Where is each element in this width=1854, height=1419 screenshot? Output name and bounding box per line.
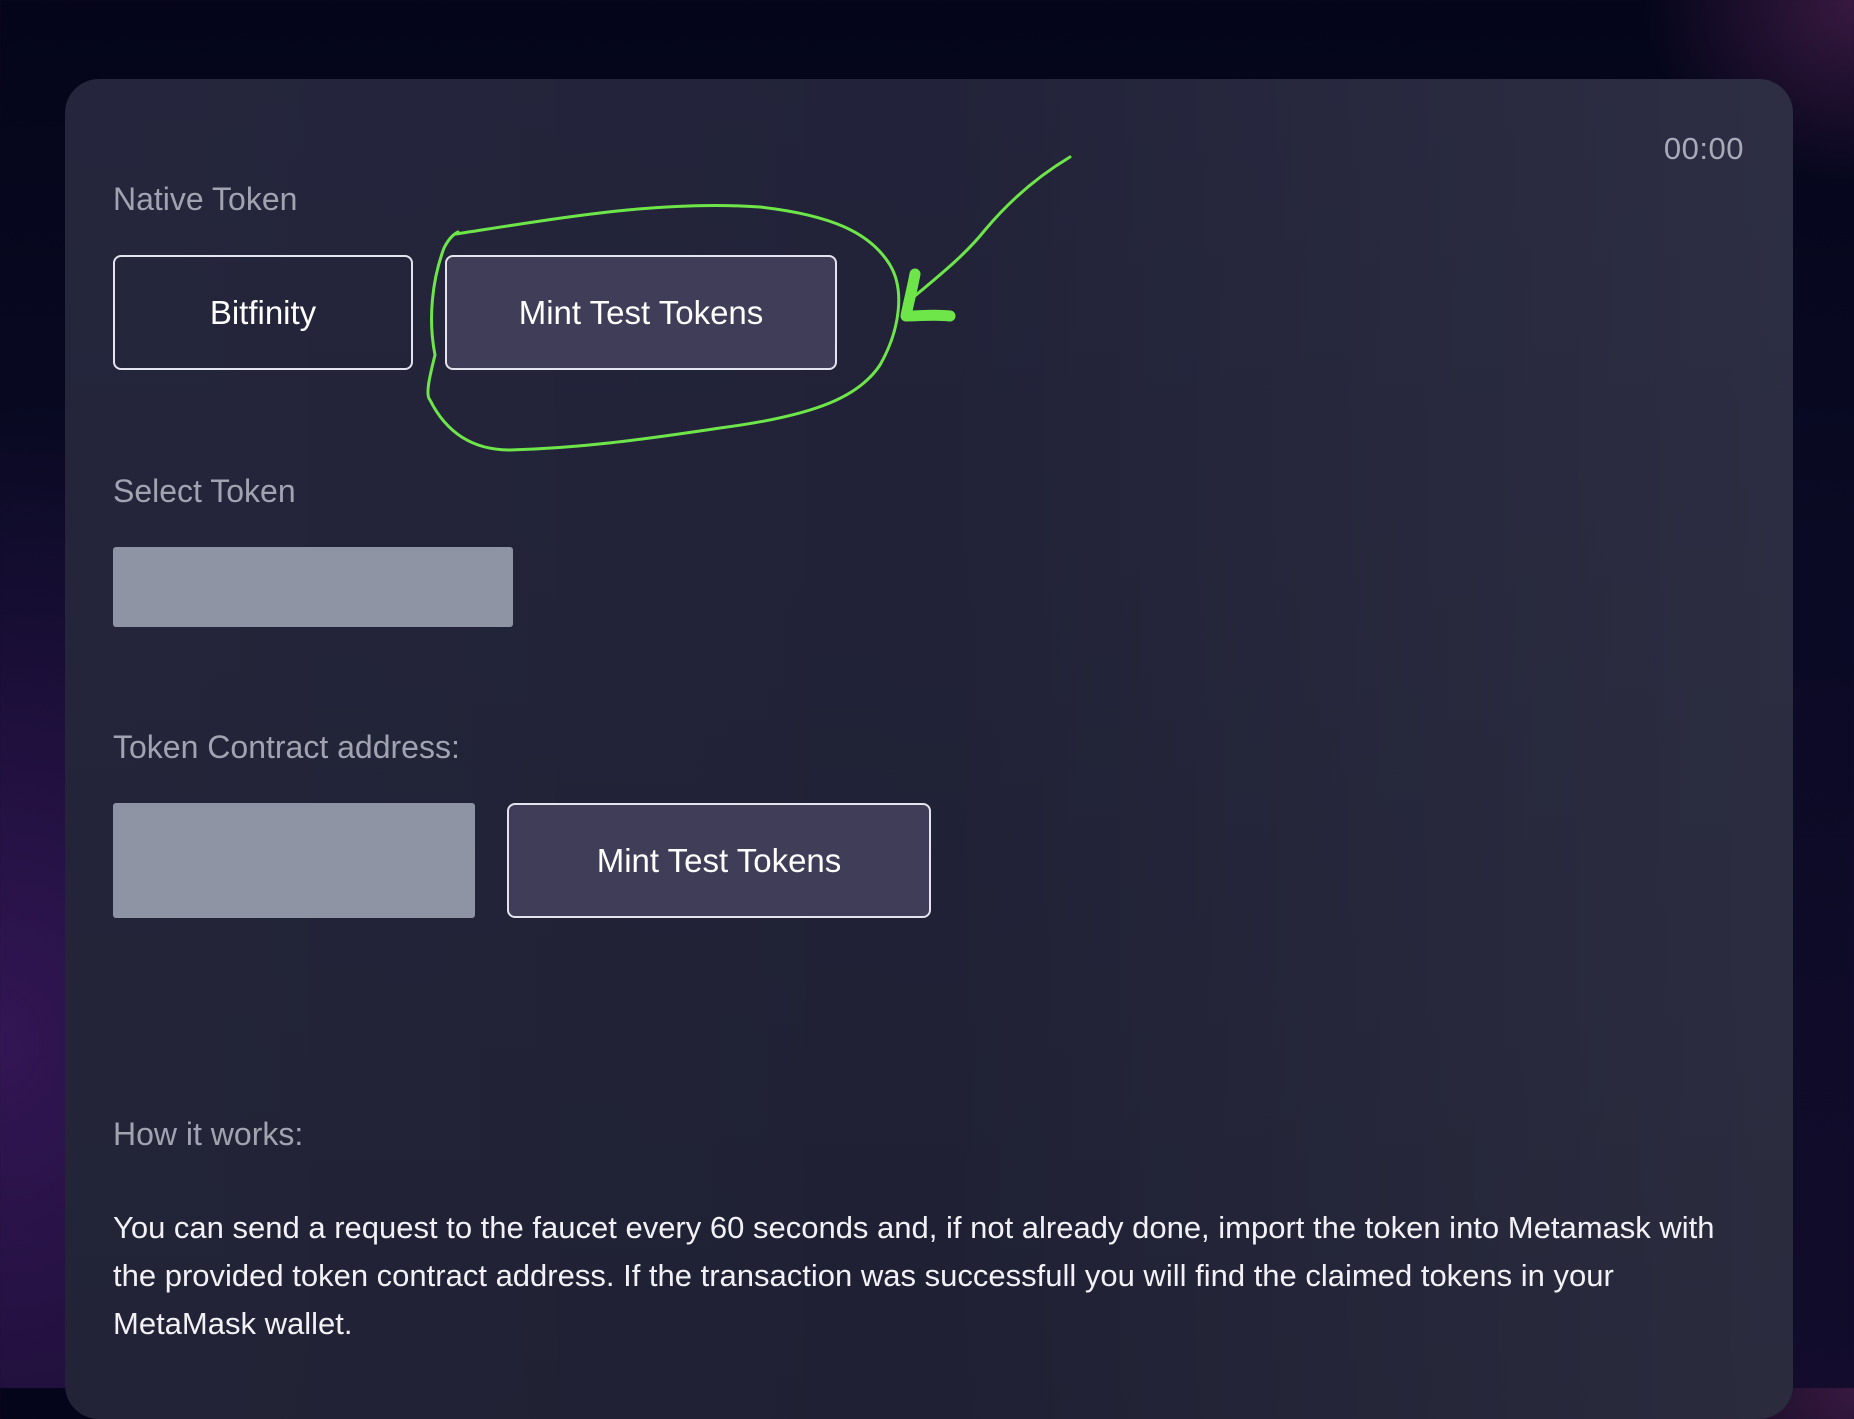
how-it-works-description: You can send a request to the faucet eve… <box>113 1210 1715 1341</box>
faucet-card: 00:00 Native Token Bitfinity Mint Test T… <box>65 79 1793 1419</box>
select-token-label: Select Token <box>113 473 296 509</box>
native-token-label: Native Token <box>113 181 298 217</box>
token-contract-address-label: Token Contract address: <box>113 729 460 765</box>
token-contract-address-field[interactable] <box>113 803 475 918</box>
how-it-works-label: How it works: <box>113 1116 304 1152</box>
countdown-timer: 00:00 <box>1663 131 1744 166</box>
bitfinity-button[interactable]: Bitfinity <box>113 255 413 370</box>
select-token-dropdown[interactable] <box>113 547 513 627</box>
contract-mint-test-tokens-button[interactable]: Mint Test Tokens <box>507 803 931 918</box>
native-mint-test-tokens-button[interactable]: Mint Test Tokens <box>445 255 837 370</box>
